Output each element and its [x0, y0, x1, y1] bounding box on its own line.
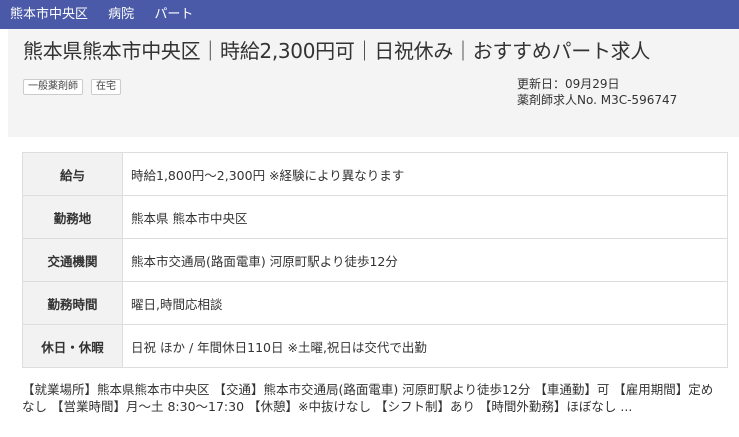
table-row: 休日・休暇 日祝 ほか / 年間休日110日 ※土曜,祝日は交代で出勤 — [22, 324, 728, 368]
job-header: 熊本県熊本市中央区｜時給2,300円可｜日祝休み｜おすすめパート求人 一般薬剤師… — [8, 29, 739, 137]
job-details-table: 給与 時給1,800円〜2,300円 ※経験により異なります 勤務地 熊本県 熊… — [22, 152, 728, 368]
detail-label-salary: 給与 — [22, 152, 123, 196]
breadcrumb-item-area[interactable]: 熊本市中央区 — [10, 7, 88, 22]
job-number: 薬剤師求人No. M3C-596747 — [517, 93, 678, 107]
tag-home-care: 在宅 — [91, 79, 121, 95]
job-description: 【就業場所】熊本県熊本市中央区 【交通】熊本市交通局(路面電車) 河原町駅より徒… — [22, 382, 714, 414]
job-title[interactable]: 熊本県熊本市中央区｜時給2,300円可｜日祝休み｜おすすめパート求人 — [23, 37, 650, 65]
detail-label-location: 勤務地 — [22, 195, 123, 239]
table-row: 勤務時間 曜日,時間応相談 — [22, 281, 728, 325]
tag-general-pharmacist: 一般薬剤師 — [23, 79, 83, 95]
table-row: 交通機関 熊本市交通局(路面電車) 河原町駅より徒歩12分 — [22, 238, 728, 282]
table-row: 勤務地 熊本県 熊本市中央区 — [22, 195, 728, 239]
detail-label-holidays: 休日・休暇 — [22, 324, 123, 368]
updated-date: 更新日：09月29日 — [517, 77, 620, 91]
detail-value-location: 熊本県 熊本市中央区 — [122, 195, 728, 239]
breadcrumb-item-employment[interactable]: パート — [154, 7, 193, 22]
job-tags: 一般薬剤師 在宅 — [23, 79, 121, 95]
detail-label-transport: 交通機関 — [22, 238, 123, 282]
detail-value-hours: 曜日,時間応相談 — [122, 281, 728, 325]
breadcrumb-bar: 熊本市中央区 病院 パート — [0, 0, 739, 29]
detail-value-transport: 熊本市交通局(路面電車) 河原町駅より徒歩12分 — [122, 238, 728, 282]
detail-value-holidays: 日祝 ほか / 年間休日110日 ※土曜,祝日は交代で出勤 — [122, 324, 728, 368]
detail-value-salary: 時給1,800円〜2,300円 ※経験により異なります — [122, 152, 728, 196]
detail-label-hours: 勤務時間 — [22, 281, 123, 325]
breadcrumb-item-facility[interactable]: 病院 — [108, 7, 134, 22]
table-row: 給与 時給1,800円〜2,300円 ※経験により異なります — [22, 152, 728, 196]
job-meta: 更新日：09月29日 薬剤師求人No. M3C-596747 — [517, 76, 677, 108]
